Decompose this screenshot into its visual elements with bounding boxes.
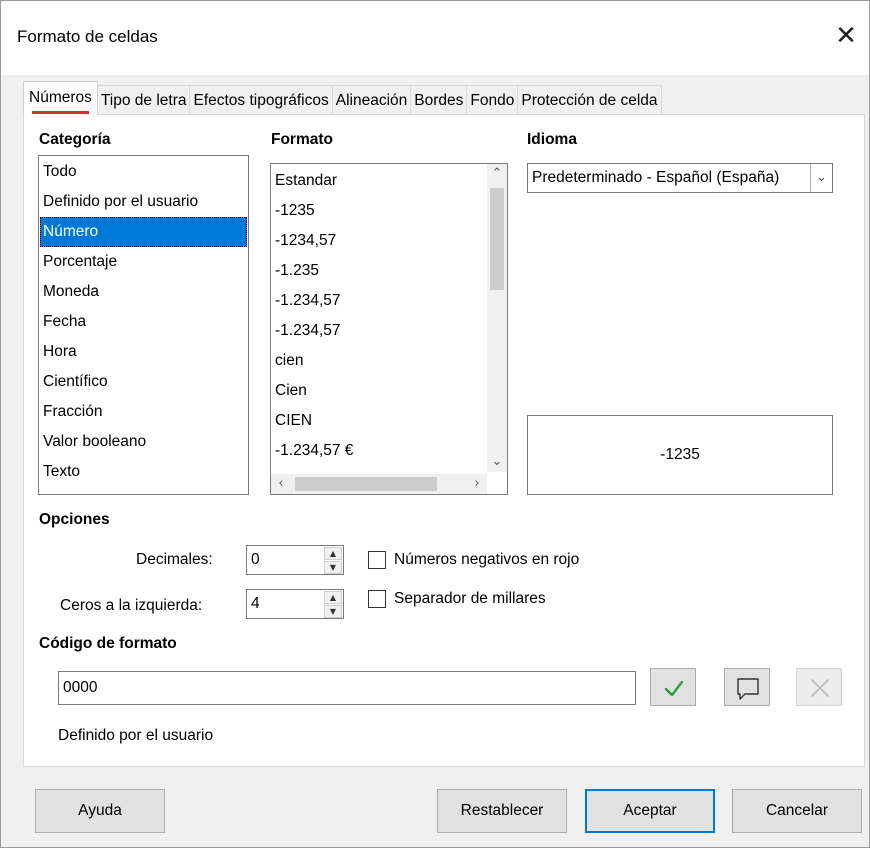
formato-horizontal-scrollbar[interactable]: ‹ › [271, 474, 487, 494]
formato-item[interactable]: Estandar [272, 166, 485, 196]
format-cells-dialog: Formato de celdas ✕ Números Tipo de letr… [0, 0, 870, 848]
checkmark-icon [664, 680, 684, 697]
scroll-left-icon[interactable]: ‹ [271, 474, 291, 494]
formato-item[interactable]: -1235 [272, 196, 485, 226]
decimales-value: 0 [251, 551, 260, 568]
tab-tipo-de-letra[interactable]: Tipo de letra [96, 85, 191, 115]
delete-x-icon [811, 679, 829, 697]
numbers-tab-page: Categoría Todo Definido por el usuario N… [23, 114, 865, 767]
categoria-item-texto[interactable]: Texto [40, 457, 247, 487]
comment-icon [737, 678, 759, 700]
codigo-formato-input[interactable]: 0000 [58, 671, 636, 705]
categoria-item-cientifico[interactable]: Científico [40, 367, 247, 397]
tab-efectos-tipograficos[interactable]: Efectos tipográficos [189, 85, 333, 115]
decimales-spin-buttons: ▲ ▼ [324, 547, 342, 574]
separador-millares-label: Separador de millares [394, 590, 546, 607]
categoria-item-moneda[interactable]: Moneda [40, 277, 247, 307]
codigo-formato-label: Código de formato [39, 635, 177, 652]
idioma-label: Idioma [527, 131, 577, 148]
help-button[interactable]: Ayuda [35, 789, 165, 833]
increment-icon[interactable]: ▲ [324, 547, 342, 560]
ceros-stepper[interactable]: 4 ▲ ▼ [246, 589, 344, 619]
cancel-button[interactable]: Cancelar [732, 789, 862, 833]
formato-item[interactable]: cien [272, 346, 485, 376]
tab-alineacion[interactable]: Alineación [331, 85, 412, 115]
edit-comment-button[interactable] [724, 668, 770, 706]
delete-format-button[interactable] [796, 668, 842, 706]
formato-item[interactable]: -1.234,57 [272, 316, 485, 346]
reset-button-label: Restablecer [460, 802, 544, 819]
categoria-item-booleano[interactable]: Valor booleano [40, 427, 247, 457]
ok-button-label: Aceptar [623, 802, 677, 819]
help-button-label: Ayuda [78, 802, 122, 819]
formato-item[interactable]: -1.235 [272, 256, 485, 286]
formato-item[interactable]: -1234,57 [272, 226, 485, 256]
decrement-icon[interactable]: ▼ [324, 605, 342, 618]
ceros-spin-buttons: ▲ ▼ [324, 591, 342, 618]
reset-button[interactable]: Restablecer [437, 789, 567, 833]
tab-bar: Números Tipo de letra Efectos tipográfic… [23, 81, 662, 115]
categoria-item-definido[interactable]: Definido por el usuario [40, 187, 247, 217]
formato-label: Formato [271, 131, 333, 148]
increment-icon[interactable]: ▲ [324, 591, 342, 604]
categoria-item-hora[interactable]: Hora [40, 337, 247, 367]
categoria-item-numero[interactable]: Número [40, 217, 247, 247]
close-icon[interactable]: ✕ [829, 19, 863, 53]
dialog-title: Formato de celdas [17, 27, 158, 46]
scroll-thumb[interactable] [490, 188, 504, 290]
formato-item[interactable]: -1.234,57 [272, 286, 485, 316]
tab-proteccion-de-celda[interactable]: Protección de celda [517, 85, 662, 115]
negativos-rojo-label: Números negativos en rojo [394, 551, 580, 568]
tab-fondo[interactable]: Fondo [466, 85, 519, 115]
tab-numeros[interactable]: Números [23, 81, 98, 115]
tab-bordes[interactable]: Bordes [410, 85, 468, 115]
formato-vertical-scrollbar[interactable]: ⌃ ⌄ [487, 164, 507, 472]
decrement-icon[interactable]: ▼ [324, 561, 342, 574]
codigo-formato-value: 0000 [63, 679, 98, 696]
scroll-right-icon[interactable]: › [467, 474, 487, 494]
decimales-label: Decimales: [136, 551, 213, 568]
categoria-listbox[interactable]: Todo Definido por el usuario Número Porc… [38, 155, 249, 495]
idioma-select[interactable]: Predeterminado - Español (España) ⌄ [527, 163, 833, 193]
format-preview: -1235 [527, 415, 833, 495]
decimales-stepper[interactable]: 0 ▲ ▼ [246, 545, 344, 575]
separador-millares-checkbox[interactable] [368, 590, 386, 608]
categoria-label: Categoría [39, 131, 111, 148]
preview-value: -1235 [660, 446, 700, 463]
negativos-rojo-checkbox[interactable] [368, 551, 386, 569]
title-bar: Formato de celdas ✕ [1, 1, 869, 75]
formato-item[interactable]: CIEN [272, 406, 485, 436]
format-description: Definido por el usuario [58, 727, 214, 744]
add-format-button[interactable] [650, 668, 696, 706]
ceros-izquierda-label: Ceros a la izquierda: [60, 597, 203, 614]
formato-item[interactable]: -1.234,57 € [272, 436, 485, 466]
chevron-down-icon[interactable]: ⌄ [810, 164, 832, 192]
idioma-value: Predeterminado - Español (España) [532, 169, 780, 186]
ok-button[interactable]: Aceptar [585, 789, 715, 833]
formato-listbox[interactable]: Estandar -1235 -1234,57 -1.235 -1.234,57… [270, 163, 508, 495]
categoria-item-fraccion[interactable]: Fracción [40, 397, 247, 427]
scroll-down-icon[interactable]: ⌄ [487, 452, 507, 472]
formato-item[interactable]: Cien [272, 376, 485, 406]
categoria-item-todo[interactable]: Todo [40, 157, 247, 187]
opciones-label: Opciones [39, 511, 110, 528]
cancel-button-label: Cancelar [765, 802, 829, 819]
scroll-up-icon[interactable]: ⌃ [487, 164, 507, 184]
categoria-item-fecha[interactable]: Fecha [40, 307, 247, 337]
ceros-value: 4 [251, 595, 260, 612]
scroll-thumb-horizontal[interactable] [295, 477, 437, 491]
categoria-item-porcentaje[interactable]: Porcentaje [40, 247, 247, 277]
